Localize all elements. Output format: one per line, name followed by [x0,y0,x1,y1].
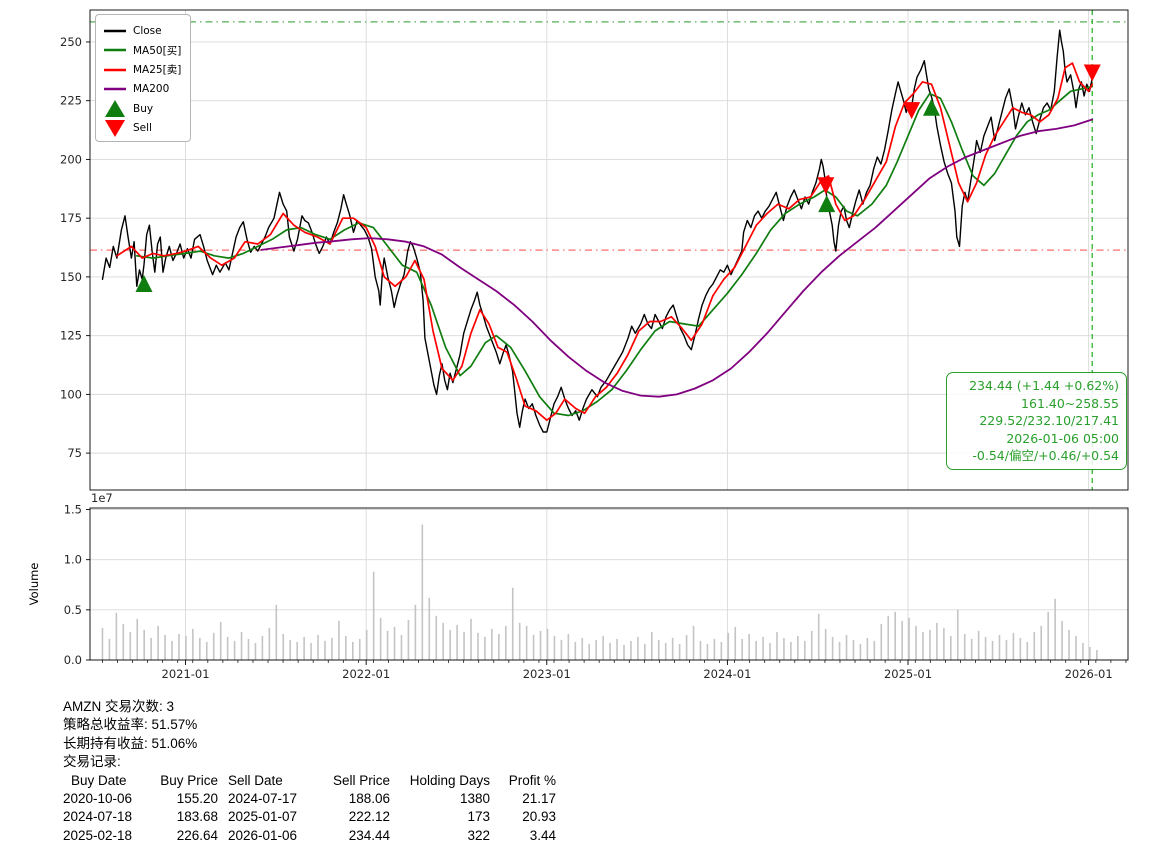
price-tick-label: 100 [60,387,82,401]
legend-item-ma25: MA25[卖] [104,60,181,80]
legend-label: MA200 [133,83,169,95]
date-tick-label: 2023-01 [523,667,571,681]
trade-row-cell: 2026-01-06 [228,827,318,845]
info-bias: -0.54/偏空/+0.46/+0.54 [954,447,1119,465]
trade-row-cell: 322 [390,827,490,845]
buy-triangle-icon [104,99,126,118]
sell-triangle-icon [104,119,126,138]
price-tick-label: 125 [60,329,82,343]
trade-row-cell: 222.12 [318,808,390,826]
info-ma-values: 229.52/232.10/217.41 [954,412,1119,430]
date-tick-label: 2025-01 [884,667,932,681]
legend-item-sell: Sell [104,119,181,139]
gridlines [90,10,1128,660]
price-tick-label: 175 [60,211,82,225]
stat-trade-count: AMZN 交易次数: 3 [63,698,556,716]
info-datetime: 2026-01-06 05:00 [954,430,1119,448]
date-tick-label: 2024-01 [703,667,751,681]
stat-trades-title: 交易记录: [63,753,556,771]
date-tick-label: 2021-01 [162,667,210,681]
stat-hold-return: 长期持有收益: 51.06% [63,735,556,753]
date-tick-label: 2022-01 [342,667,390,681]
col-header-buy-date: Buy Date [63,772,158,790]
price-tick-label: 225 [60,94,82,108]
volume-bars [102,525,1098,660]
volume-offset-label: 1e7 [91,491,113,505]
ma25-line-swatch [104,68,126,72]
trade-row-cell: 2025-01-07 [228,808,318,826]
ma50-line-swatch [104,48,126,52]
trade-row-cell: 183.68 [158,808,218,826]
trade-row-cell: 234.44 [318,827,390,845]
legend-label: MA25[卖] [133,62,181,77]
quote-info-box: 234.44 (+1.44 +0.62%) 161.40~258.55 229.… [946,372,1127,470]
volume-tick-label: 1.0 [64,553,82,567]
volume-tick-label: 0.5 [64,603,82,617]
volume-plot-border [90,508,1128,660]
trades-table: Buy Date Buy Price Sell Date Sell Price … [63,772,556,846]
col-header-holding-days: Holding Days [390,772,490,790]
sell-marker [1084,64,1101,81]
close-line [103,30,1093,432]
volume-tick-label: 1.5 [64,503,82,517]
col-header-sell-date: Sell Date [228,772,318,790]
stat-strategy-return: 策略总收益率: 51.57% [63,716,556,734]
legend-item-close: Close [104,21,181,41]
legend: Close MA50[买] MA25[卖] MA200 Buy Sell [95,14,191,142]
trade-row-cell: 188.06 [318,790,390,808]
price-tick-label: 75 [67,446,82,460]
info-price-change: 234.44 (+1.44 +0.62%) [954,377,1119,395]
trade-row-cell: 2024-07-17 [228,790,318,808]
price-tick-label: 150 [60,270,82,284]
trade-row-cell: 21.17 [490,790,556,808]
strategy-stats: AMZN 交易次数: 3 策略总收益率: 51.57% 长期持有收益: 51.0… [63,698,556,845]
legend-label: Sell [133,122,152,134]
col-header-sell-price: Sell Price [318,772,390,790]
trade-row-cell: 226.64 [158,827,218,845]
trade-row-cell: 155.20 [158,790,218,808]
col-header-buy-price: Buy Price [158,772,218,790]
date-tick-label: 2026-01 [1065,667,1113,681]
axis-ticks [86,42,1126,665]
legend-label: MA50[买] [133,43,181,58]
legend-item-buy: Buy [104,99,181,119]
price-tick-label: 200 [60,152,82,166]
trade-row-cell: 2020-10-06 [63,790,158,808]
close-line-swatch [104,29,126,33]
price-tick-label: 250 [60,35,82,49]
legend-label: Buy [133,103,153,115]
col-header-profit: Profit % [490,772,556,790]
buy-marker [818,195,835,212]
volume-tick-label: 0.0 [64,653,82,667]
volume-axis-label: Volume [27,563,41,606]
figure: 75 100 125 150 175 200 225 250 0.0 0.5 1.0 1.5 2021-… [0,0,1152,857]
legend-item-ma200: MA200 [104,80,181,100]
trade-row-cell: 173 [390,808,490,826]
trade-row-cell: 1380 [390,790,490,808]
trade-row-cell: 20.93 [490,808,556,826]
trade-row-cell: 2025-02-18 [63,827,158,845]
legend-item-ma50: MA50[买] [104,41,181,61]
info-52wk-range: 161.40~258.55 [954,395,1119,413]
trade-row-cell: 3.44 [490,827,556,845]
trade-row-cell: 2024-07-18 [63,808,158,826]
legend-label: Close [133,25,162,37]
ma200-line-swatch [104,87,126,91]
